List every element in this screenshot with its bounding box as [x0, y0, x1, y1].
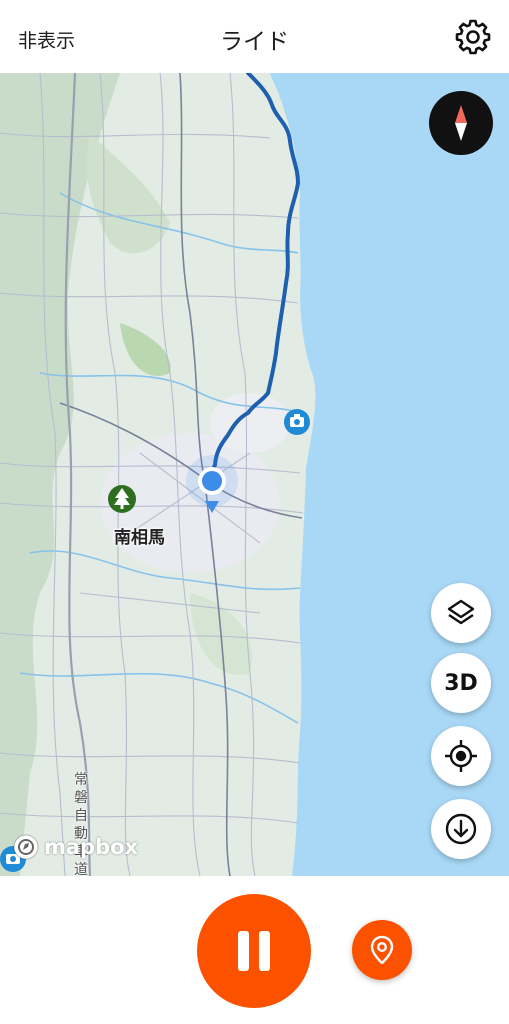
- 3d-button[interactable]: 3D: [431, 653, 491, 713]
- download-icon: [445, 813, 477, 845]
- page-title: ライド: [220, 29, 289, 55]
- bottom-bar: [0, 876, 509, 1024]
- mapbox-text: mapbox: [44, 835, 139, 859]
- mapbox-icon: [13, 834, 39, 860]
- locate-button[interactable]: [431, 726, 491, 786]
- map-pin-icon: [370, 935, 394, 965]
- ride-screen: 非表示 ライド 南相馬 常磐自動車道 mapbox 3D: [0, 0, 509, 1024]
- layers-icon: [447, 599, 475, 625]
- add-pin-button[interactable]: [352, 920, 412, 980]
- hide-button[interactable]: 非表示: [18, 26, 75, 53]
- pause-icon: [238, 931, 270, 971]
- layers-button[interactable]: [431, 583, 491, 643]
- pause-button[interactable]: [197, 894, 311, 1008]
- map-view[interactable]: 南相馬 常磐自動車道 mapbox 3D: [0, 73, 509, 876]
- 3d-label: 3D: [444, 670, 478, 696]
- city-label: 南相馬: [114, 528, 165, 548]
- camera-icon: [284, 409, 310, 435]
- location-dot: [202, 471, 222, 491]
- compass-icon[interactable]: [429, 91, 493, 155]
- crosshair-icon: [445, 740, 477, 772]
- top-bar: 非表示 ライド: [0, 0, 509, 73]
- tree-icon: [108, 485, 136, 513]
- gear-icon[interactable]: [454, 18, 492, 56]
- download-button[interactable]: [431, 799, 491, 859]
- mapbox-attribution[interactable]: mapbox: [12, 833, 138, 861]
